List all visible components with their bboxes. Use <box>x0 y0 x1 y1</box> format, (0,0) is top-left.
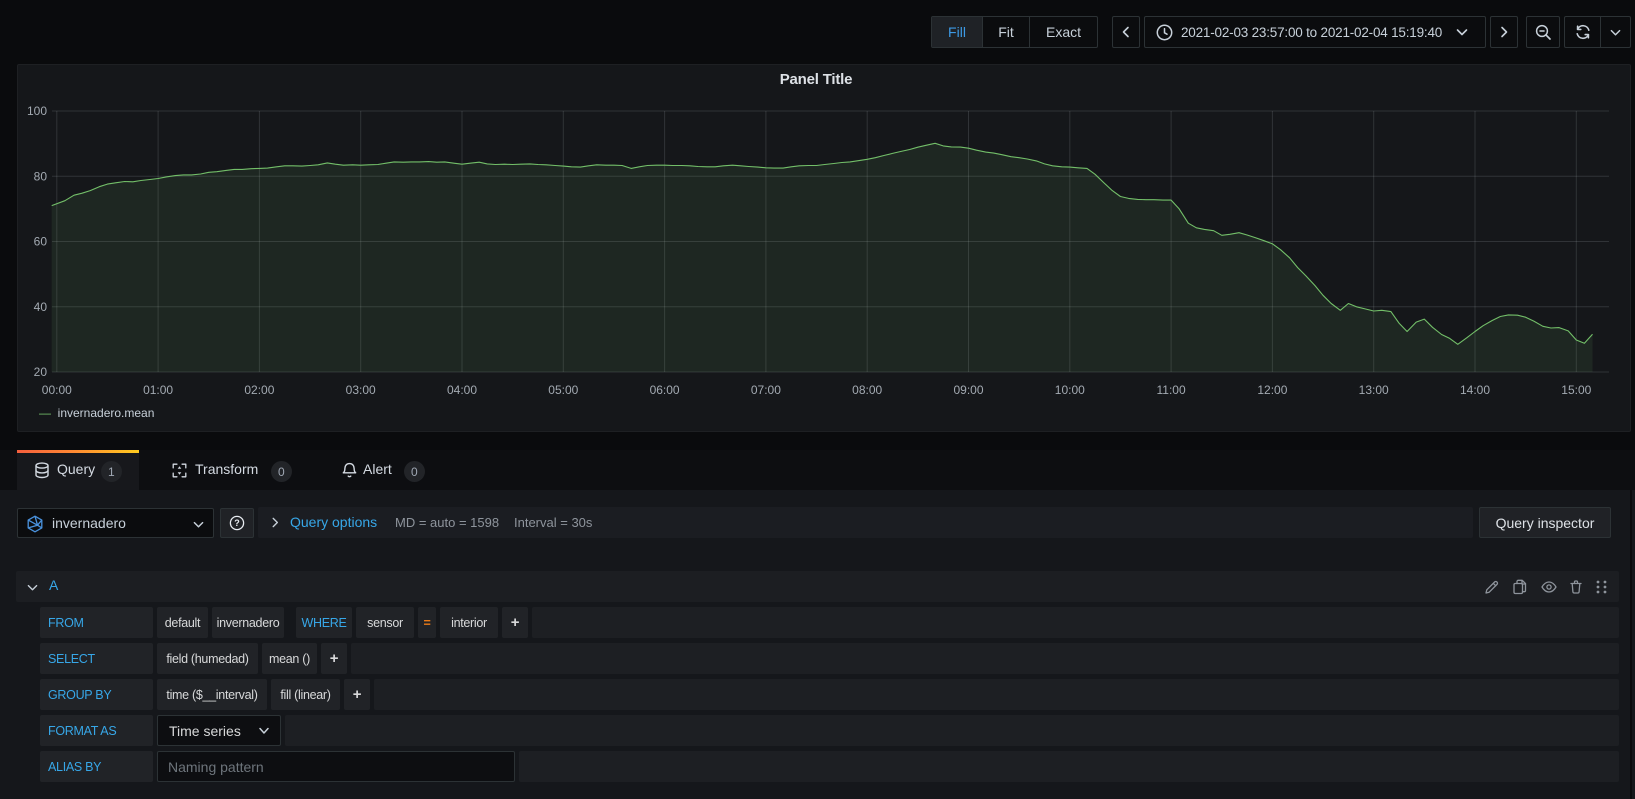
svg-text:14:00: 14:00 <box>1460 383 1490 397</box>
svg-text:06:00: 06:00 <box>650 383 680 397</box>
svg-text:01:00: 01:00 <box>143 383 173 397</box>
svg-text:60: 60 <box>34 235 48 249</box>
svg-text:02:00: 02:00 <box>244 383 274 397</box>
svg-text:80: 80 <box>34 169 48 183</box>
svg-text:00:00: 00:00 <box>42 383 72 397</box>
svg-text:08:00: 08:00 <box>852 383 882 397</box>
svg-text:05:00: 05:00 <box>548 383 578 397</box>
svg-text:20: 20 <box>34 365 48 379</box>
svg-text:?: ? <box>234 518 240 528</box>
svg-text:13:00: 13:00 <box>1359 383 1389 397</box>
svg-text:12:00: 12:00 <box>1257 383 1287 397</box>
svg-text:100: 100 <box>27 104 47 118</box>
svg-text:15:00: 15:00 <box>1561 383 1591 397</box>
svg-text:04:00: 04:00 <box>447 383 477 397</box>
svg-text:10:00: 10:00 <box>1055 383 1085 397</box>
svg-text:09:00: 09:00 <box>953 383 983 397</box>
svg-text:03:00: 03:00 <box>346 383 376 397</box>
svg-text:07:00: 07:00 <box>751 383 781 397</box>
svg-text:40: 40 <box>34 300 48 314</box>
svg-text:11:00: 11:00 <box>1157 383 1186 397</box>
